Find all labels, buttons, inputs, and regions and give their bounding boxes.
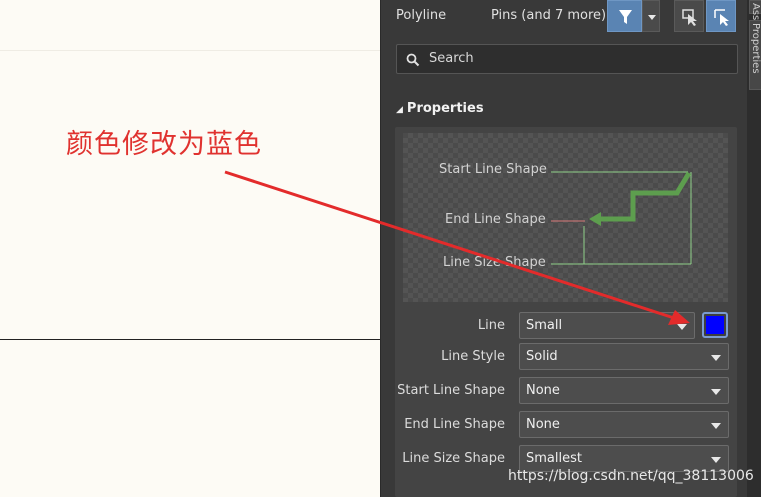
annotation-text: 颜色修改为蓝色 [66,129,262,160]
end-line-shape-label: End Line Shape [404,417,505,432]
start-line-shape-label: Start Line Shape [397,383,505,398]
search-placeholder: Search [429,51,474,66]
line-style-label: Line Style [441,349,505,364]
preview-end-label: End Line Shape [445,212,546,227]
preview-size-label: Line Size Shape [443,255,546,270]
chevron-down-icon [711,389,721,395]
side-tab-ass-label: Ass [750,3,761,21]
watermark: https://blog.csdn.net/qq_38113006 [508,468,754,484]
filter-dropdown-button[interactable] [642,0,660,32]
select-object-button[interactable] [674,0,704,32]
chevron-down-icon [711,423,721,429]
filter-icon [619,10,632,24]
start-line-shape-select[interactable]: None [519,377,729,404]
start-line-shape-value: None [526,383,560,398]
search-icon [406,53,420,67]
line-shape-preview: Start Line Shape End Line Shape Line Siz… [403,133,728,302]
properties-section-header[interactable]: ◢ Properties [396,101,484,116]
select-inside-button[interactable] [706,0,736,32]
end-line-shape-value: None [526,417,560,432]
schematic-canvas[interactable]: 颜色修改为蓝色 [0,0,380,497]
side-tab-strip: Ass Properties [747,0,761,497]
blue-color-fill [706,316,724,334]
side-tab-properties[interactable]: Properties [749,20,761,90]
line-label: Line [477,318,505,333]
filter-button[interactable] [607,0,642,32]
cursor-area-icon [714,9,729,26]
search-input[interactable]: Search [396,44,738,74]
chevron-down-icon [677,324,687,330]
collapse-triangle-icon: ◢ [396,105,403,115]
section-title: Properties [406,101,484,116]
properties-panel: Polyline Pins (and 7 more) Search ◢ Prope… [380,0,747,497]
line-color-swatch[interactable] [702,312,728,338]
side-tab-ass[interactable]: Ass [749,0,761,20]
selection-filter-label: Pins (and 7 more) [491,8,607,23]
cursor-select-icon [682,9,697,26]
side-tab-properties-label: Properties [750,23,761,74]
line-width-select[interactable]: Small [519,312,695,339]
line-style-value: Solid [526,349,558,364]
end-line-shape-select[interactable]: None [519,411,729,438]
line-size-shape-value: Smallest [526,451,582,466]
grid-line [0,50,380,51]
chevron-down-icon [711,457,721,463]
preview-start-label: Start Line Shape [439,162,547,177]
selected-polyline[interactable] [0,339,380,340]
properties-group: Start Line Shape End Line Shape Line Siz… [395,127,737,497]
line-width-value: Small [526,318,563,333]
line-size-shape-label: Line Size Shape [402,451,505,466]
chevron-down-icon [711,355,721,361]
line-style-select[interactable]: Solid [519,343,729,370]
object-type-label: Polyline [396,8,447,23]
chevron-down-icon [648,15,656,20]
